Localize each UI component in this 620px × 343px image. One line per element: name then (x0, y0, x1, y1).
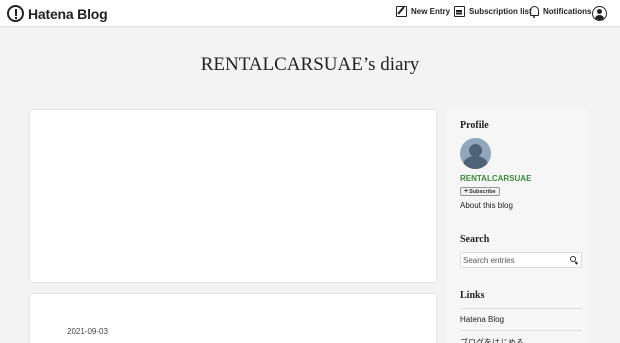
user-icon[interactable] (592, 6, 607, 21)
about-blog-link[interactable]: About this blog (460, 201, 513, 210)
subscribe-label: Subscribe (469, 188, 496, 195)
new-entry-link[interactable]: New Entry (396, 6, 450, 17)
bell-icon (530, 6, 539, 18)
profile-heading: Profile (460, 120, 489, 131)
blog-title[interactable]: RENTALCARSUAE’s diary (0, 54, 620, 76)
pencil-icon (396, 6, 407, 17)
search-box (460, 252, 582, 268)
new-entry-label: New Entry (411, 7, 451, 16)
hatena-logo-icon (7, 5, 24, 22)
plus-icon: + (464, 188, 469, 195)
user-icon-body (594, 15, 604, 20)
link-item[interactable]: Hatena Blog (460, 308, 582, 324)
hatena-blog-logo[interactable]: Hatena Blog (7, 5, 108, 22)
entry-card: 2021-09-03 (29, 293, 437, 343)
brand-name: Hatena Blog (28, 5, 108, 22)
search-heading: Search (460, 234, 490, 245)
avatar[interactable] (460, 138, 491, 169)
link-item[interactable]: ブログをはじめる (460, 330, 582, 343)
top-bar: Hatena Blog New Entry Subscription list … (0, 0, 620, 27)
entry-card (29, 109, 437, 283)
subscription-list-link[interactable]: Subscription list (454, 6, 532, 17)
search-icon[interactable] (570, 256, 579, 265)
search-input[interactable] (463, 255, 563, 266)
subscribe-button[interactable]: + Subscribe (460, 187, 500, 196)
profile-username[interactable]: RENTALCARSUAE (460, 174, 531, 183)
subscription-list-label: Subscription list (469, 7, 532, 16)
links-heading: Links (460, 290, 485, 301)
search-icon-handle (574, 261, 579, 265)
notifications-label: Notifications (543, 6, 592, 16)
avatar-body (463, 156, 488, 169)
entry-date[interactable]: 2021-09-03 (67, 327, 108, 336)
subscription-icon (454, 6, 465, 17)
sidebar: Profile RENTALCARSUAE + Subscribe About … (447, 109, 590, 343)
user-icon-head (596, 9, 602, 14)
notifications-link[interactable]: Notifications (530, 6, 592, 18)
